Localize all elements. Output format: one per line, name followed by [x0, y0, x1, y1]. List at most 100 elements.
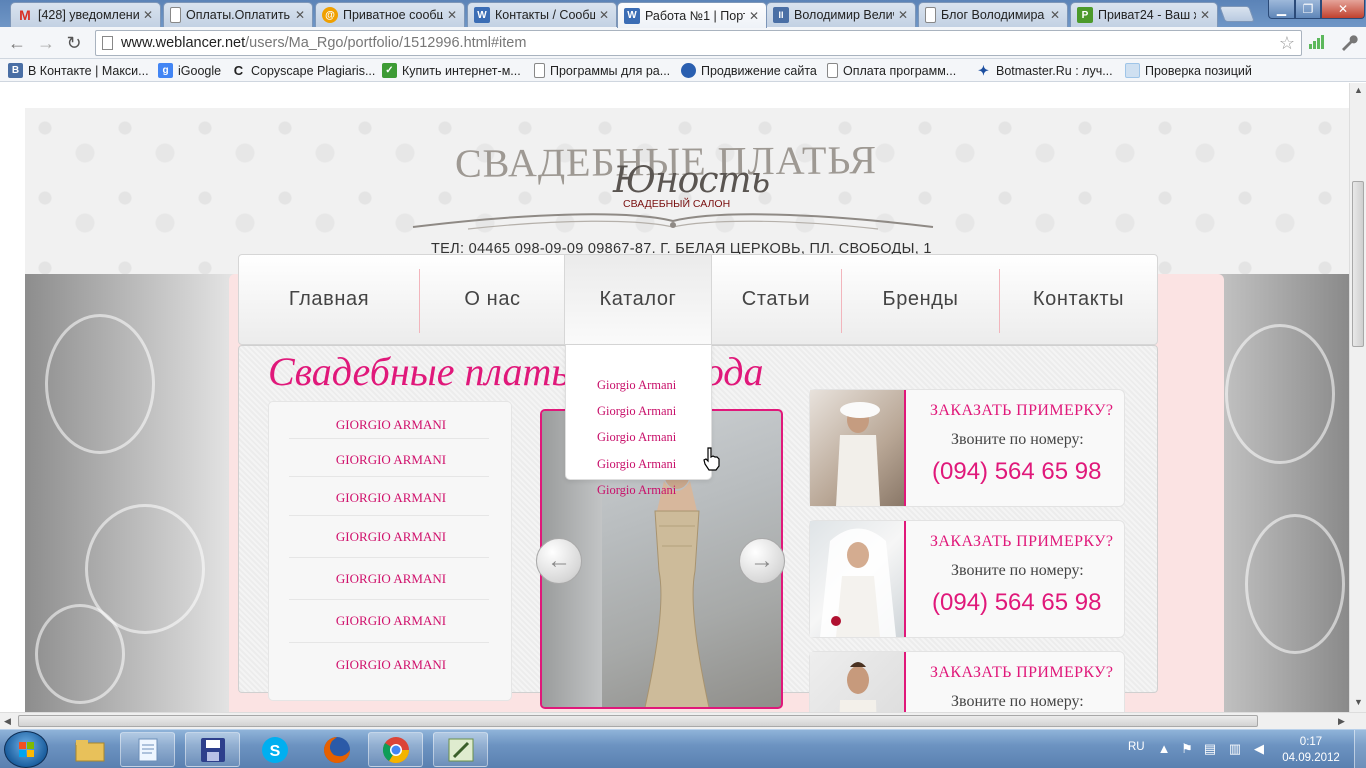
- slider-prev-button[interactable]: ←: [536, 538, 582, 584]
- mail-ru-icon: @: [322, 7, 338, 23]
- close-icon[interactable]: ✕: [748, 9, 760, 23]
- dropdown-item[interactable]: Giorgio Armani: [597, 378, 676, 393]
- copyscape-icon: C: [233, 63, 244, 78]
- forward-button[interactable]: →: [35, 32, 57, 54]
- reload-button[interactable]: ↻: [63, 32, 85, 54]
- bookmark-star-icon[interactable]: ☆: [1279, 33, 1295, 54]
- tab-privat24[interactable]: P Приват24 - Ваш ж ✕: [1070, 2, 1218, 27]
- back-button[interactable]: ←: [6, 32, 28, 54]
- bookmark-igoogle[interactable]: g iGoogle: [158, 62, 221, 79]
- slider-next-button[interactable]: →: [739, 538, 785, 584]
- address-bar[interactable]: www.weblancer.net/users/Ma_Rgo/portfolio…: [95, 30, 1302, 56]
- botmaster-icon: ✦: [978, 62, 989, 78]
- scroll-down-icon[interactable]: ▼: [1354, 697, 1363, 707]
- bookmark-shop[interactable]: ✓ Купить интернет-м...: [382, 62, 521, 79]
- vertical-scrollbar[interactable]: ▲ ▼: [1349, 83, 1366, 712]
- brand-link[interactable]: GIORGIO ARMANI: [269, 613, 513, 629]
- firefox-icon[interactable]: [309, 732, 364, 767]
- taskbar: S RU ▲ ⚑ ▤ ▥ ◀ 0:17 04.09.2012: [0, 729, 1366, 768]
- menu-item-catalog[interactable]: Каталог: [564, 255, 712, 344]
- promo-phone: (094) 564 65 98: [932, 458, 1102, 485]
- close-icon[interactable]: ✕: [598, 8, 610, 22]
- dropdown-item[interactable]: Giorgio Armani: [597, 430, 676, 445]
- save-icon[interactable]: [185, 732, 240, 767]
- bookmark-payment[interactable]: Оплата программ...: [827, 62, 956, 79]
- brand-link[interactable]: GIORGIO ARMANI: [269, 417, 513, 433]
- close-icon[interactable]: ✕: [142, 8, 154, 22]
- url-host: www.weblancer.net: [121, 35, 246, 51]
- flag-icon[interactable]: ⚑: [1180, 742, 1194, 756]
- tab-contacts[interactable]: W Контакты / Сообщ ✕: [467, 2, 617, 27]
- scroll-right-icon[interactable]: ▶: [1338, 716, 1345, 727]
- bookmark-vk[interactable]: В В Контакте | Макси...: [8, 62, 149, 79]
- chrome-icon[interactable]: [368, 732, 423, 767]
- brand-link[interactable]: GIORGIO ARMANI: [269, 657, 513, 673]
- explorer-icon[interactable]: [62, 732, 117, 767]
- volume-icon[interactable]: ◀: [1252, 742, 1266, 756]
- bookmark-promotion[interactable]: Продвижение сайта: [681, 62, 817, 79]
- dropdown-item[interactable]: Giorgio Armani: [597, 404, 676, 419]
- tab-title: Работа №1 | Портф: [645, 8, 745, 23]
- new-tab-button[interactable]: [1219, 6, 1255, 22]
- menu-item-brands[interactable]: Бренды: [842, 255, 999, 344]
- signal-extension-icon[interactable]: [1309, 35, 1325, 49]
- pause-icon: II: [773, 7, 789, 23]
- tab-portfolio[interactable]: W Работа №1 | Портф ✕: [617, 2, 767, 28]
- bookmark-label: Продвижение сайта: [701, 63, 817, 78]
- editor-icon[interactable]: [433, 732, 488, 767]
- brand-link[interactable]: GIORGIO ARMANI: [269, 452, 513, 468]
- gmail-icon: M: [19, 7, 31, 23]
- menu-item-about[interactable]: О нас: [420, 255, 565, 344]
- network-icon[interactable]: ▥: [1228, 742, 1242, 756]
- brand-link[interactable]: GIORGIO ARMANI: [269, 529, 513, 545]
- close-icon[interactable]: ✕: [294, 8, 306, 22]
- close-icon[interactable]: ✕: [1199, 8, 1211, 22]
- page-icon: [827, 63, 838, 78]
- promo-title: ЗАКАЗАТЬ ПРИМЕРКУ?: [930, 402, 1114, 419]
- close-window-button[interactable]: ✕: [1321, 0, 1365, 19]
- tab-blog[interactable]: Блог Володимира ✕: [918, 2, 1068, 27]
- dropdown-item[interactable]: Giorgio Armani: [597, 483, 676, 498]
- seo-icon: [1125, 63, 1140, 78]
- tab-title: Контакты / Сообщ: [495, 8, 595, 22]
- close-icon[interactable]: ✕: [446, 8, 458, 22]
- start-button[interactable]: [4, 731, 48, 768]
- language-indicator[interactable]: RU: [1128, 741, 1145, 753]
- close-icon[interactable]: ✕: [1049, 8, 1061, 22]
- show-desktop-button[interactable]: [1354, 730, 1366, 768]
- bookmark-botmaster[interactable]: ✦ Botmaster.Ru : луч...: [976, 62, 1113, 79]
- clock[interactable]: 0:17 04.09.2012: [1280, 734, 1342, 766]
- menu-item-contacts[interactable]: Контакты: [1000, 255, 1157, 344]
- menu-item-home[interactable]: Главная: [239, 255, 419, 344]
- privat24-icon: P: [1077, 7, 1093, 23]
- tab-volodymyr[interactable]: II Володимир Велич ✕: [766, 2, 916, 27]
- check-icon: ✓: [382, 63, 397, 78]
- minimize-button[interactable]: ▁: [1268, 0, 1295, 19]
- usb-icon[interactable]: ▤: [1203, 742, 1217, 756]
- logo-ornament-icon: [412, 213, 934, 230]
- maximize-button[interactable]: ❐: [1295, 0, 1321, 19]
- notepad-icon[interactable]: [120, 732, 175, 767]
- close-icon[interactable]: ✕: [897, 8, 909, 22]
- bookmark-programs[interactable]: Программы для ра...: [534, 62, 670, 79]
- tab-payments[interactable]: Оплаты.Оплатить ✕: [163, 2, 313, 27]
- brand-link[interactable]: GIORGIO ARMANI: [269, 490, 513, 506]
- tab-private-message[interactable]: @ Приватное сообщ ✕: [315, 2, 465, 27]
- promo-call-text: Звоните по номеру:: [951, 693, 1084, 710]
- wrench-icon[interactable]: [1337, 32, 1359, 54]
- bookmark-positions[interactable]: Проверка позиций: [1125, 62, 1252, 79]
- bookmark-label: Botmaster.Ru : луч...: [996, 63, 1113, 78]
- scrollbar-thumb[interactable]: [1352, 181, 1364, 347]
- scroll-left-icon[interactable]: ◀: [4, 716, 11, 727]
- chevron-up-icon[interactable]: ▲: [1157, 742, 1171, 756]
- scroll-up-icon[interactable]: ▲: [1354, 85, 1363, 95]
- scrollbar-thumb[interactable]: [18, 715, 1258, 727]
- menu-item-articles[interactable]: Статьи: [712, 255, 840, 344]
- skype-icon[interactable]: S: [247, 732, 302, 767]
- dropdown-item[interactable]: Giorgio Armani: [597, 457, 676, 472]
- bookmark-copyscape[interactable]: C Copyscape Plagiaris...: [231, 62, 376, 79]
- horizontal-scrollbar[interactable]: ◀ ▶: [0, 712, 1366, 729]
- tab-gmail[interactable]: M [428] уведомление ✕: [10, 2, 161, 27]
- brand-link[interactable]: GIORGIO ARMANI: [269, 571, 513, 587]
- lace-ornament: [35, 604, 125, 704]
